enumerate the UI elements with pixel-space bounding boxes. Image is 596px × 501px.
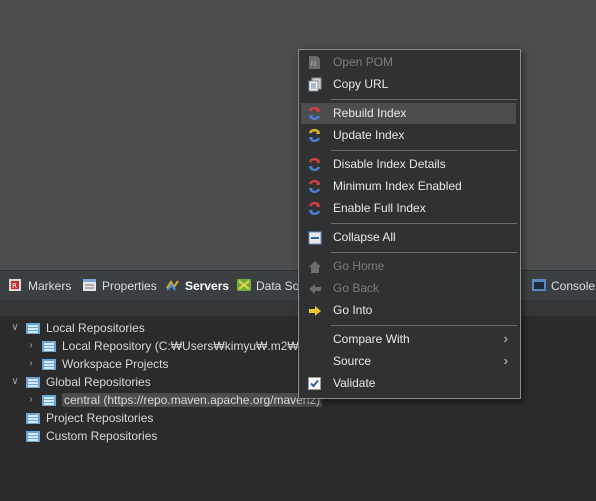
index-icon xyxy=(307,179,322,194)
tree-node-global-repositories[interactable]: ∨ Global Repositories xyxy=(10,373,151,391)
tree-label: central (https://repo.maven.apache.org/m… xyxy=(62,393,323,407)
tab-label: Console xyxy=(551,279,596,293)
repository-icon xyxy=(26,430,40,443)
tab-label: Servers xyxy=(185,279,230,293)
tab-label: Markers xyxy=(28,279,72,293)
tree-label: Project Repositories xyxy=(46,411,154,425)
menu-label: Disable Index Details xyxy=(333,157,446,171)
copy-icon xyxy=(307,77,322,92)
repository-icon xyxy=(26,322,40,335)
tab-servers[interactable]: Servers xyxy=(165,271,229,301)
tab-data-source[interactable]: Data So xyxy=(236,271,299,301)
menu-item-rebuild-index[interactable]: Rebuild Index xyxy=(301,103,516,124)
repository-icon xyxy=(26,376,40,389)
repository-icon xyxy=(42,358,56,371)
tree-label: Custom Repositories xyxy=(46,429,158,443)
repository-icon xyxy=(42,394,56,407)
servers-icon xyxy=(165,278,181,295)
index-icon xyxy=(307,157,322,172)
tree-node-local-repositories[interactable]: ∨ Local Repositories xyxy=(10,319,145,337)
rebuild-index-icon xyxy=(307,106,322,121)
tree-label: Local Repository (C:₩Users₩kimyu₩.m2₩rep xyxy=(62,339,317,353)
tree-label: Workspace Projects xyxy=(62,357,169,371)
menu-separator xyxy=(331,325,517,326)
menu-label: Go Into xyxy=(333,303,373,317)
menu-label: Rebuild Index xyxy=(333,106,407,120)
tab-label: Data So xyxy=(256,279,300,293)
menu-label: Source xyxy=(333,354,372,368)
menu-item-go-home[interactable]: Go Home xyxy=(301,256,516,277)
chevron-down-icon[interactable]: ∨ xyxy=(10,377,20,387)
menu-item-open-pom[interactable]: M Open POM xyxy=(301,52,516,73)
svg-text:M: M xyxy=(311,60,317,68)
menu-item-copy-url[interactable]: Copy URL xyxy=(301,74,516,95)
menu-item-validate[interactable]: Validate xyxy=(301,373,516,394)
pom-file-icon: M xyxy=(307,55,322,70)
console-icon xyxy=(531,278,547,295)
menu-label: Minimum Index Enabled xyxy=(333,179,462,193)
menu-label: Collapse All xyxy=(333,230,396,244)
menu-separator xyxy=(331,150,517,151)
menu-separator xyxy=(331,252,517,253)
menu-label: Go Home xyxy=(333,259,385,273)
svg-text:R: R xyxy=(12,282,17,290)
tree-node-workspace-projects[interactable]: › Workspace Projects xyxy=(26,355,168,373)
tab-label: Properties xyxy=(102,279,157,293)
arrow-right-icon xyxy=(307,303,322,318)
chevron-right-icon: › xyxy=(503,331,508,346)
collapse-all-icon xyxy=(307,230,322,245)
context-menu: M Open POM Copy URL Rebuild Index Update… xyxy=(298,49,521,399)
data-source-icon xyxy=(236,278,252,295)
menu-item-enable-full-index[interactable]: Enable Full Index xyxy=(301,198,516,219)
update-index-icon xyxy=(307,128,322,143)
markers-icon: R xyxy=(8,278,24,295)
tree-node-central[interactable]: › central (https://repo.maven.apache.org… xyxy=(26,391,323,409)
checkbox-checked-icon xyxy=(307,376,322,391)
chevron-right-icon[interactable]: › xyxy=(26,341,36,351)
chevron-right-icon[interactable]: › xyxy=(26,395,36,405)
tree-node-custom-repositories[interactable]: Custom Repositories xyxy=(26,427,157,445)
tab-properties[interactable]: Properties xyxy=(82,271,157,301)
tree-label: Global Repositories xyxy=(46,375,151,389)
menu-item-compare-with[interactable]: Compare With › xyxy=(301,329,516,350)
menu-label: Compare With xyxy=(333,332,410,346)
tab-console[interactable]: Console xyxy=(531,271,595,301)
menu-item-source[interactable]: Source › xyxy=(301,351,516,372)
menu-label: Enable Full Index xyxy=(333,201,426,215)
menu-label: Validate xyxy=(333,376,376,390)
tree-label: Local Repositories xyxy=(46,321,145,335)
menu-separator xyxy=(331,223,517,224)
properties-icon xyxy=(82,278,98,295)
menu-label: Copy URL xyxy=(333,77,389,91)
menu-item-collapse-all[interactable]: Collapse All xyxy=(301,227,516,248)
tree-node-local-repository[interactable]: › Local Repository (C:₩Users₩kimyu₩.m2₩r… xyxy=(26,337,316,355)
menu-separator xyxy=(331,99,517,100)
menu-item-go-back[interactable]: Go Back xyxy=(301,278,516,299)
menu-label: Update Index xyxy=(333,128,405,142)
chevron-right-icon[interactable]: › xyxy=(26,359,36,369)
tab-markers[interactable]: R Markers xyxy=(8,271,71,301)
menu-item-minimum-index-enabled[interactable]: Minimum Index Enabled xyxy=(301,176,516,197)
tree-node-project-repositories[interactable]: Project Repositories xyxy=(26,409,153,427)
menu-item-go-into[interactable]: Go Into xyxy=(301,300,516,321)
repository-icon xyxy=(42,340,56,353)
menu-label: Open POM xyxy=(333,55,394,69)
menu-item-disable-index-details[interactable]: Disable Index Details xyxy=(301,154,516,175)
home-icon xyxy=(307,259,322,274)
index-icon xyxy=(307,201,322,216)
chevron-down-icon[interactable]: ∨ xyxy=(10,323,20,333)
menu-label: Go Back xyxy=(333,281,380,295)
chevron-right-icon: › xyxy=(503,353,508,368)
repository-icon xyxy=(26,412,40,425)
menu-item-update-index[interactable]: Update Index xyxy=(301,125,516,146)
arrow-left-icon xyxy=(307,281,322,296)
